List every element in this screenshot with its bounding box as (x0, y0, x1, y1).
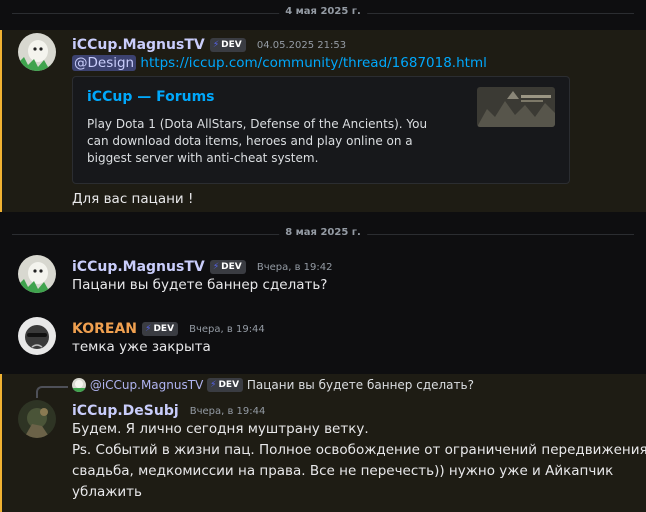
mention-design[interactable]: @Design (72, 55, 137, 71)
timestamp: Вчера, в 19:44 (189, 324, 265, 335)
author-name[interactable]: KOREAN (72, 321, 137, 337)
reply-avatar (72, 378, 86, 392)
message-header: iCCup.MagnusTV ⚡ DEV Вчера, в 19:42 (72, 256, 332, 275)
avatar-magnustv[interactable] (18, 33, 56, 71)
embed-title[interactable]: iCCup — Forums (87, 89, 215, 105)
message-text: Пацани вы будете баннер сделать? (72, 277, 328, 293)
author-name[interactable]: iCCup.DeSubj (72, 403, 179, 419)
message-text: Для вас пацани ! (72, 191, 194, 207)
dev-badge: ⚡ DEV (209, 38, 246, 52)
date-divider: 4 мая 2025 г. (12, 6, 634, 17)
date-divider: 8 мая 2025 г. (12, 227, 634, 238)
reply-preview[interactable]: @iCCup.MagnusTV ⚡ DEV Пацани вы будете ба… (72, 378, 474, 392)
avatar-desubj[interactable] (18, 400, 56, 438)
message-text: темка уже закрыта (72, 339, 211, 355)
reply-text: Пацани вы будете баннер сделать? (246, 378, 474, 392)
timestamp: 04.05.2025 21:53 (256, 40, 347, 51)
embed-description: Play Dota 1 (Dota AllStars, Defense of t… (87, 117, 428, 165)
mention-bar (0, 30, 2, 212)
date-divider-label: 4 мая 2025 г. (279, 6, 367, 17)
author-name[interactable]: iCCup.MagnusTV (72, 259, 205, 275)
embed-thumbnail[interactable] (477, 87, 555, 127)
reply-author[interactable]: @iCCup.MagnusTV (90, 378, 203, 392)
avatar-magnustv[interactable] (18, 255, 56, 293)
mention-bar (0, 374, 2, 512)
date-divider-label: 8 мая 2025 г. (279, 227, 367, 238)
thread-link[interactable]: https://iccup.com/community/thread/16870… (140, 55, 486, 71)
timestamp: Вчера, в 19:44 (189, 406, 266, 417)
message-header: KOREAN ⚡ DEV Вчера, в 19:44 (72, 318, 265, 337)
author-name[interactable]: iCCup.MagnusTV (72, 37, 205, 53)
link-embed: iCCup — Forums Play Dota 1 (Dota AllStar… (72, 76, 570, 184)
avatar-korean[interactable] (18, 317, 56, 355)
bolt-icon: ⚡ (210, 380, 217, 390)
bolt-icon: ⚡ (145, 324, 152, 334)
bolt-icon: ⚡ (212, 262, 220, 272)
message-content: @Design https://iccup.com/community/thre… (72, 53, 487, 74)
message-header: iCCup.MagnusTV ⚡ DEV 04.05.2025 21:53 (72, 34, 346, 53)
reply-spine (36, 386, 68, 398)
message-line: свадьба, медкомиссии на права. Все не пе… (72, 463, 614, 479)
message-line: Ps. Событий в жизни пац. Полное освобожд… (72, 442, 646, 458)
message-line: ублажить (72, 484, 142, 500)
message-header: iCCup.DeSubj Вчера, в 19:44 (72, 400, 265, 419)
dev-badge: ⚡ DEV (207, 378, 244, 392)
message-text: Будем. Я лично сегодня муштрану ветку. P… (72, 419, 646, 503)
dev-badge: ⚡ DEV (142, 322, 179, 336)
message-line: Будем. Я лично сегодня муштрану ветку. (72, 421, 369, 437)
dev-badge: ⚡ DEV (209, 260, 246, 274)
timestamp: Вчера, в 19:42 (256, 262, 333, 273)
bolt-icon: ⚡ (212, 40, 220, 50)
